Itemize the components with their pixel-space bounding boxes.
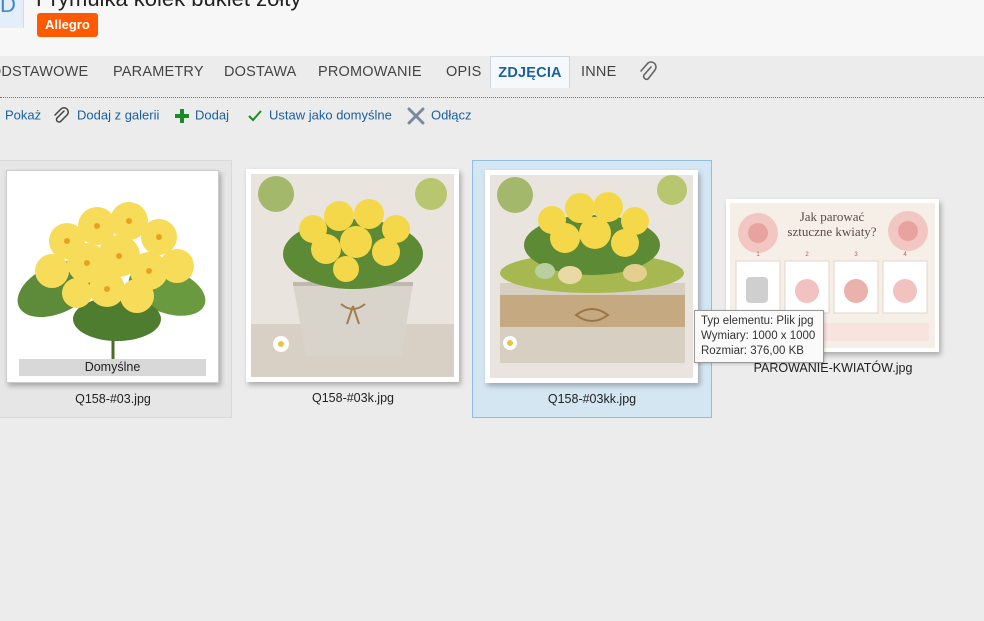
tab-dostawa[interactable]: DOSTAWA	[224, 56, 297, 88]
detach-button[interactable]: Odłącz	[407, 104, 471, 126]
tooltip-dimensions: Wymiary: 1000 x 1000	[701, 330, 816, 342]
paperclip-icon	[54, 106, 69, 123]
allegro-badge: Allegro	[37, 13, 98, 37]
image-thumbnail[interactable]: Domyślne	[6, 170, 219, 383]
primrose-box-photo	[490, 175, 693, 378]
file-info-tooltip: Typ elementu: Plik jpg Wymiary: 1000 x 1…	[694, 310, 824, 363]
image-filename: Q158-#03k.jpg	[311, 391, 394, 405]
set-default-button[interactable]: Ustaw jako domyślne	[247, 104, 392, 126]
plus-icon	[175, 108, 189, 123]
tab-parametry[interactable]: PARAMETRY	[113, 56, 204, 88]
primrose-photo	[7, 171, 218, 382]
primrose-pot-photo	[251, 174, 454, 377]
infographic-title-2: sztuczne kwiaty?	[787, 224, 876, 239]
image-item[interactable]: Q158-#03k.jpg	[238, 160, 468, 418]
image-thumbnail[interactable]	[246, 169, 459, 382]
add-button[interactable]: Dodaj	[175, 104, 229, 126]
default-badge: Domyślne	[19, 359, 206, 376]
tooltip-size: Rozmiar: 376,00 KB	[701, 345, 804, 357]
tab-separator	[0, 97, 984, 98]
infographic-title-1: Jak parować	[800, 209, 865, 224]
image-filename: Q158-#03.jpg	[75, 392, 151, 406]
paperclip-icon	[640, 61, 657, 81]
tab-inne[interactable]: INNE	[581, 56, 616, 88]
product-icon: D	[0, 0, 24, 28]
checkmark-icon	[248, 109, 262, 122]
tab-zdjecia[interactable]: ZDJĘCIA	[490, 56, 570, 88]
tab-bar: PODSTAWOWE PARAMETRY DOSTAWA PROMOWANIE …	[0, 56, 984, 88]
image-filename: PAROWANIE-KWIATÓW.jpg	[753, 361, 913, 375]
show-button[interactable]: Pokaż	[5, 104, 41, 126]
tab-opis[interactable]: OPIS	[446, 56, 481, 88]
tab-attachments[interactable]	[638, 61, 658, 83]
product-header: D Prymulka kolek bukiet żółty Allegro	[0, 0, 984, 56]
image-item-selected[interactable]: Q158-#03kk.jpg	[472, 160, 712, 418]
add-from-gallery-button[interactable]: Dodaj z galerii	[53, 104, 159, 126]
image-thumbnail[interactable]	[485, 170, 698, 383]
image-filename: Q158-#03kk.jpg	[547, 392, 637, 406]
close-icon	[407, 107, 425, 125]
tab-promowanie[interactable]: PROMOWANIE	[318, 56, 422, 88]
product-title: Prymulka kolek bukiet żółty	[36, 0, 301, 12]
tab-podstawowe[interactable]: PODSTAWOWE	[0, 56, 88, 88]
image-item[interactable]: Jak parować sztuczne kwiaty? 1 2 3 4 PAR…	[718, 160, 948, 418]
image-item-default[interactable]: Domyślne Q158-#03.jpg	[0, 160, 232, 418]
image-toolbar: Pokaż Dodaj z galerii Dodaj Ustaw jako d…	[0, 104, 984, 126]
tooltip-type: Typ elementu: Plik jpg	[701, 315, 814, 327]
